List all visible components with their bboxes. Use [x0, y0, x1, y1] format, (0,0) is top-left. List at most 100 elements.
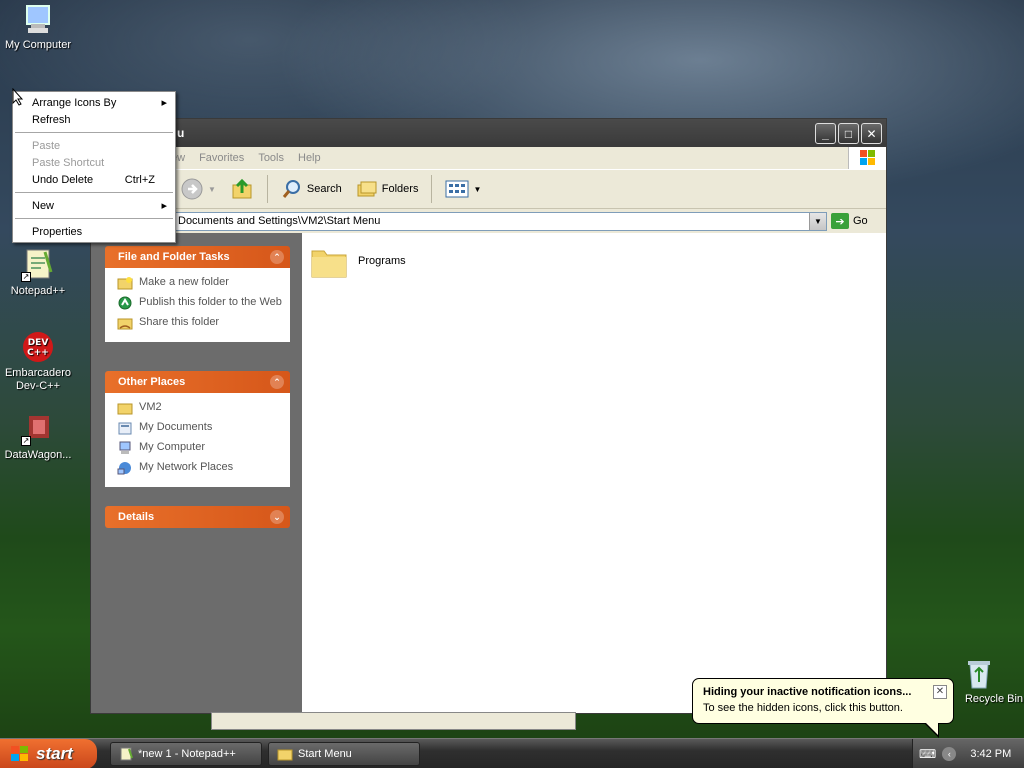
taskbar-item-notepadpp[interactable]: *new 1 - Notepad++ — [110, 742, 262, 766]
folder-item-label: Programs — [358, 255, 406, 267]
go-label: Go — [853, 215, 868, 227]
menu-item-paste: Paste — [32, 139, 61, 152]
window-controls: _ □ ✕ — [815, 123, 882, 144]
notification-balloon[interactable]: Hiding your inactive notification icons.… — [692, 678, 954, 738]
go-arrow-icon: ➔ — [831, 213, 849, 229]
desktop-icon-label: My Computer — [4, 39, 72, 51]
collapse-chevron-icon[interactable]: ⌃ — [270, 375, 284, 389]
desktop-icon-label: Recycle Bin — [964, 693, 1024, 705]
place-my-documents[interactable]: My Documents — [117, 421, 282, 435]
taskbar: start *new 1 - Notepad++ Start Menu ⌨ ‹ … — [0, 738, 1024, 768]
panel-header[interactable]: Details ⌄ — [105, 506, 290, 528]
clock: 3:42 PM — [970, 748, 1012, 760]
desktop-icon-notepadpp[interactable]: ↗ Notepad++ — [0, 248, 78, 298]
folder-item-programs[interactable]: Programs — [310, 243, 406, 279]
svg-text:DEV: DEV — [28, 338, 49, 348]
address-dropdown-button[interactable]: ▼ — [809, 212, 826, 230]
place-my-network[interactable]: My Network Places — [117, 461, 282, 475]
menu-favorites[interactable]: Favorites — [199, 152, 244, 164]
panel-header[interactable]: Other Places ⌃ — [105, 371, 290, 393]
folders-button[interactable]: Folders — [352, 176, 423, 202]
panel-title: File and Folder Tasks — [118, 251, 230, 263]
folder-icon — [311, 250, 347, 278]
desktop-icon-label: Notepad++ — [10, 285, 66, 297]
menu-separator — [15, 218, 173, 219]
menu-item-paste-shortcut: Paste Shortcut — [32, 156, 105, 169]
windows-logo-icon — [848, 147, 886, 169]
panel-header[interactable]: File and Folder Tasks ⌃ — [105, 246, 290, 268]
address-input[interactable]: Documents and Settings\VM2\Start Menu ▼ — [175, 211, 827, 231]
forward-arrow-icon — [181, 178, 203, 200]
views-button[interactable]: ▼ — [441, 176, 485, 202]
menu-item-new[interactable]: New ▸ — [13, 197, 175, 214]
collapse-chevron-icon[interactable]: ⌃ — [270, 250, 284, 264]
menu-item-arrange-icons[interactable]: Arrange Icons By ▸ — [13, 94, 175, 111]
window-titlebar[interactable]: u — [91, 119, 886, 147]
close-button[interactable]: ✕ — [861, 123, 882, 144]
minimize-button[interactable]: _ — [815, 123, 836, 144]
details-panel: Details ⌄ — [105, 506, 290, 528]
task-share-folder[interactable]: Share this folder — [117, 316, 282, 330]
menu-help[interactable]: Help — [298, 152, 321, 164]
place-my-computer[interactable]: My Computer — [117, 441, 282, 455]
desktop-icon-label: DataWagon... — [4, 449, 72, 461]
documents-icon — [118, 422, 132, 435]
desktop-icon-devcpp[interactable]: DEV C++ Embarcadero Dev-C++ — [0, 330, 78, 393]
folder-content[interactable]: Programs — [302, 233, 886, 713]
notepadpp-icon: ↗ — [21, 248, 55, 282]
panel-title: Details — [118, 511, 155, 523]
balloon-text: To see the hidden icons, click this butt… — [703, 702, 903, 714]
desktop-context-menu: Arrange Icons By ▸ Refresh Paste Paste S… — [12, 91, 176, 243]
go-button[interactable]: ➔ Go — [831, 213, 868, 229]
start-button[interactable]: start — [0, 739, 97, 768]
folder-up-icon — [232, 178, 252, 199]
menu-separator — [15, 132, 173, 133]
place-vm2[interactable]: VM2 — [117, 401, 282, 415]
share-folder-icon — [117, 318, 133, 330]
address-value: Documents and Settings\VM2\Start Menu — [178, 215, 381, 227]
keyboard-icon[interactable]: ⌨ — [919, 747, 936, 761]
shortcut-arrow-icon: ↗ — [21, 272, 31, 282]
taskbar-item-start-menu[interactable]: Start Menu — [268, 742, 420, 766]
up-folder-button[interactable] — [226, 174, 258, 204]
task-publish-web[interactable]: Publish this folder to the Web — [117, 296, 282, 310]
show-hidden-icons-button[interactable]: ‹ — [942, 747, 957, 761]
toolbar-separator — [431, 175, 433, 203]
balloon-tail — [925, 723, 939, 738]
expand-chevron-icon[interactable]: ⌄ — [270, 510, 284, 524]
menu-separator — [15, 192, 173, 193]
maximize-button[interactable]: □ — [838, 123, 859, 144]
computer-icon — [119, 441, 131, 454]
desktop-icon-my-computer[interactable]: My Computer — [0, 2, 78, 52]
menu-item-refresh[interactable]: Refresh — [13, 111, 175, 128]
shortcut-label: Ctrl+Z — [124, 173, 155, 186]
recycle-bin-icon — [962, 656, 996, 690]
desktop-icon-datawagon[interactable]: ↗ DataWagon... — [0, 412, 78, 462]
panel-body: Make a new folder Publish this folder to… — [105, 268, 290, 342]
task-make-new-folder[interactable]: Make a new folder — [117, 276, 282, 290]
search-button[interactable]: Search — [277, 175, 346, 203]
other-places-panel: Other Places ⌃ VM2 My Documents My Compu… — [105, 371, 290, 487]
globe-icon — [118, 296, 132, 310]
devcpp-icon: DEV C++ — [21, 330, 55, 364]
background-dialog — [211, 712, 576, 730]
menu-item-properties[interactable]: Properties — [13, 223, 175, 240]
folder-icon — [117, 403, 133, 415]
notepadpp-icon — [120, 747, 133, 761]
desktop-icon-label: Embarcadero Dev-C++ — [4, 367, 72, 392]
search-label: Search — [306, 183, 342, 195]
menubar: ew Favorites Tools Help — [91, 147, 886, 169]
views-icon — [445, 180, 469, 198]
balloon-title: Hiding your inactive notification icons.… — [703, 686, 912, 698]
toolbar: ▼ Search Folders ▼ — [91, 169, 886, 209]
mouse-cursor-icon — [12, 88, 24, 106]
folders-icon — [357, 181, 377, 197]
submenu-arrow-icon: ▸ — [161, 200, 167, 212]
menu-tools[interactable]: Tools — [258, 152, 284, 164]
forward-button[interactable]: ▼ — [176, 174, 220, 204]
menu-item-undo-delete[interactable]: Undo Delete Ctrl+Z — [13, 171, 175, 188]
explorer-window[interactable]: u _ □ ✕ ew Favorites Tools Help ▼ Search… — [90, 118, 887, 714]
close-icon[interactable]: ✕ — [933, 685, 947, 699]
address-bar: Documents and Settings\VM2\Start Menu ▼ … — [91, 209, 886, 233]
file-folder-tasks-panel: File and Folder Tasks ⌃ Make a new folde… — [105, 246, 290, 342]
